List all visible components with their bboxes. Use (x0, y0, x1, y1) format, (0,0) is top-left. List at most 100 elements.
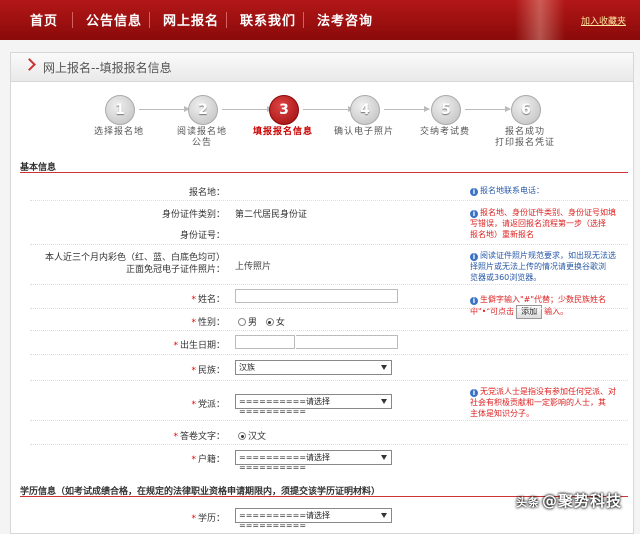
tip-photo: i 阅读证件照片规范要求，如出现无法选 择照片或无法上传的情况请更换谷歌浏 览器或… (470, 250, 620, 283)
step-3-circle: 3 (269, 95, 299, 125)
gender-male-radio[interactable] (238, 318, 246, 326)
nav-divider (72, 12, 73, 28)
nav-divider (303, 12, 304, 28)
tip-photo-line3: 览器或360浏览器。 (470, 273, 542, 282)
nav-divider (226, 12, 227, 28)
top-navigation: 首页 公告信息 网上报名 联系我们 法考咨询 加入收藏夹 (0, 0, 640, 40)
degree-select[interactable]: ==========请选择========== (235, 508, 392, 530)
step-3-label: 填报报名信息 (252, 127, 313, 137)
step-1-circle: 1 (105, 95, 135, 125)
id-type-label: 身份证件类别： (161, 210, 225, 220)
step-2-label: 阅读报名地 (176, 127, 227, 137)
gender-female-radio[interactable] (265, 318, 274, 326)
step-5-label: 交纳考试费 (419, 127, 470, 137)
row-divider (30, 330, 628, 331)
tip-photo-line1: 阅读证件照片规范要求，如出现无法选 (480, 251, 616, 260)
answer-language-label: * 答卷文字： (173, 432, 225, 442)
gender-label: * 性别： (191, 318, 225, 328)
chevron-down-icon (381, 455, 387, 460)
signup-place-label: 报名地： (188, 188, 225, 198)
photo-label-line2: 正面免冠电子证件照片： (125, 265, 225, 275)
tip-party: i 无党派人士是指没有参加任何党派、对 社会有积极贡献和一定影响的人士，其 主体是… (470, 386, 620, 419)
panel-title: 网上报名--填报报名信息 (43, 61, 172, 75)
photo-label: 本人近三个月内彩色（红、蓝、白底色均可） 正面免冠电子证件照片： (30, 252, 225, 276)
tip-id-line2: 写错误，请返回报名流程第一步（选择 (470, 219, 606, 228)
birth-date-label: * 出生日期： (173, 341, 225, 351)
row-divider (30, 244, 628, 245)
step-arrow-icon (222, 106, 273, 112)
info-icon: i (470, 210, 478, 218)
gender-female-label: 女 (275, 318, 285, 328)
tip-id-line1: 报名地、身份证件类别、身份证号如填 (480, 208, 616, 217)
step-6-label: 报名成功 (504, 127, 545, 137)
birth-date-input-extra[interactable] (296, 335, 398, 349)
step-4-label: 确认电子照片 (333, 127, 394, 137)
tip-party-line3: 主体是知识分子。 (470, 409, 534, 418)
nav-consult[interactable]: 法考咨询 (317, 10, 373, 29)
id-type-value: 第二代居民身份证 (235, 210, 308, 220)
household-label-text: 户籍： (197, 455, 225, 465)
add-favorite-link[interactable]: 加入收藏夹 (581, 14, 626, 27)
gender-label-text: 性别： (197, 318, 225, 328)
section-divider (20, 172, 628, 173)
row-divider (30, 354, 628, 355)
step-1-label: 选择报名地 (93, 127, 144, 137)
answer-language-label-text: 答卷文字： (179, 432, 225, 442)
step-arrow-icon (384, 106, 430, 112)
row-divider (30, 200, 628, 201)
degree-label-text: 学历： (197, 514, 225, 524)
nav-home[interactable]: 首页 (30, 10, 58, 29)
chevron-down-icon (381, 513, 387, 518)
nav-contact[interactable]: 联系我们 (240, 10, 296, 29)
row-divider (30, 444, 628, 445)
watermark-text: @聚势科技 (541, 492, 622, 510)
chevron-down-icon (381, 399, 387, 404)
watermark-badge: 头条 (515, 496, 540, 509)
info-icon: i (470, 297, 478, 305)
party-label-text: 党派： (197, 400, 225, 410)
step-arrow-icon (139, 106, 190, 112)
step-4-circle: 4 (350, 95, 380, 125)
tip-party-line1: 无党派人士是指没有参加任何党派、对 (480, 387, 616, 396)
step-6-circle: 6 (511, 95, 541, 125)
household-label: * 户籍： (191, 455, 225, 465)
chevron-down-icon (381, 365, 387, 370)
birth-date-input[interactable] (235, 335, 295, 349)
household-select[interactable]: ==========请选择========== (235, 450, 392, 472)
id-number-label: 身份证号： (179, 231, 225, 241)
ethnic-select-value: 汉族 (239, 363, 255, 372)
degree-label: * 学历： (191, 514, 225, 524)
name-input[interactable] (235, 289, 398, 303)
party-select[interactable]: ==========请选择========== (235, 394, 392, 416)
party-label: * 党派： (191, 400, 225, 410)
row-divider (30, 380, 628, 381)
tip-id-line3: 报名地）重新报名 (470, 230, 534, 239)
answer-language-group: 汉文 (238, 429, 266, 442)
nav-decoration (515, 0, 565, 40)
info-icon: i (470, 253, 478, 261)
nav-divider (149, 12, 150, 28)
tip-name: i 生僻字输入"#"代替；少数民族姓名 中"•"可点击 添加 输入。 (470, 294, 620, 319)
chevron-right-icon (23, 58, 36, 71)
birth-date-label-text: 出生日期： (179, 341, 225, 351)
answer-language-radio[interactable] (238, 432, 246, 440)
upload-photo-link[interactable]: 上传照片 (235, 259, 271, 272)
ethnic-label: * 民族： (191, 366, 225, 376)
row-divider (30, 284, 628, 285)
row-divider (30, 420, 628, 421)
answer-language-value: 汉文 (248, 432, 267, 442)
tip-phone: i 报名地联系电话： (470, 185, 620, 196)
step-arrow-icon (303, 106, 354, 112)
info-icon: i (470, 188, 478, 196)
ethnic-select[interactable]: 汉族 (235, 360, 392, 375)
nav-online-signup[interactable]: 网上报名 (163, 10, 219, 29)
tip-id-warning: i 报名地、身份证件类别、身份证号如填 写错误，请返回报名流程第一步（选择 报名地… (470, 207, 620, 240)
ethnic-label-text: 民族： (197, 366, 225, 376)
nav-announcements[interactable]: 公告信息 (86, 10, 142, 29)
step-arrow-icon (465, 106, 511, 112)
photo-label-line1: 本人近三个月内彩色（红、蓝、白底色均可） (44, 253, 225, 263)
gender-male-label: 男 (248, 318, 258, 328)
step-5-circle: 5 (431, 95, 461, 125)
row-divider (30, 308, 628, 309)
tip-name-line1: 生僻字输入"#"代替；少数民族姓名 (480, 295, 607, 304)
